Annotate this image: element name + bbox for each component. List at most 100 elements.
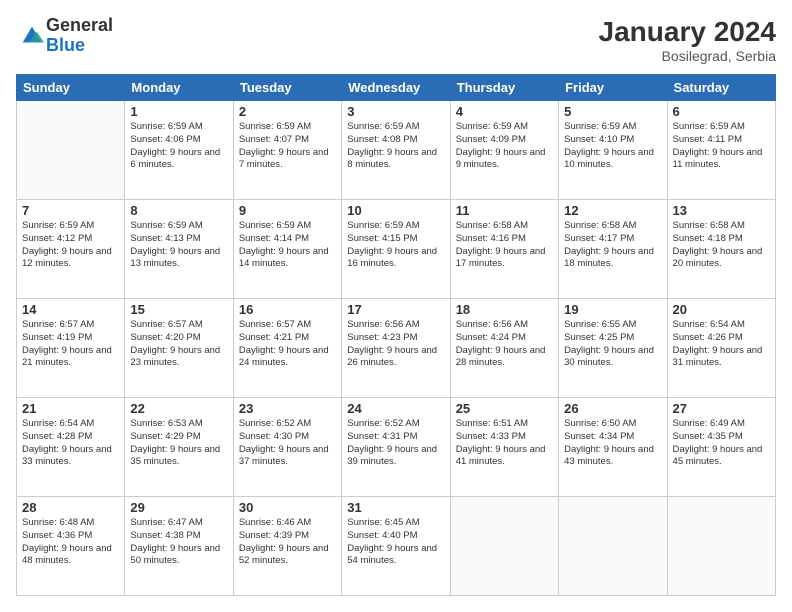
day-info: Sunrise: 6:59 AMSunset: 4:15 PMDaylight:… xyxy=(347,220,444,271)
table-row xyxy=(667,497,775,596)
table-row: 30 Sunrise: 6:46 AMSunset: 4:39 PMDayligh… xyxy=(233,497,341,596)
table-row: 31 Sunrise: 6:45 AMSunset: 4:40 PMDayligh… xyxy=(342,497,450,596)
day-number: 6 xyxy=(673,104,770,119)
day-number: 31 xyxy=(347,500,444,515)
day-info: Sunrise: 6:55 AMSunset: 4:25 PMDaylight:… xyxy=(564,319,661,370)
table-row: 18 Sunrise: 6:56 AMSunset: 4:24 PMDayligh… xyxy=(450,299,558,398)
table-row: 16 Sunrise: 6:57 AMSunset: 4:21 PMDayligh… xyxy=(233,299,341,398)
day-number: 4 xyxy=(456,104,553,119)
day-number: 14 xyxy=(22,302,119,317)
location: Bosilegrad, Serbia xyxy=(599,48,776,64)
day-info: Sunrise: 6:59 AMSunset: 4:07 PMDaylight:… xyxy=(239,121,336,172)
day-info: Sunrise: 6:54 AMSunset: 4:28 PMDaylight:… xyxy=(22,418,119,469)
calendar-header-row: Sunday Monday Tuesday Wednesday Thursday… xyxy=(17,75,776,101)
day-info: Sunrise: 6:58 AMSunset: 4:18 PMDaylight:… xyxy=(673,220,770,271)
day-number: 16 xyxy=(239,302,336,317)
day-number: 7 xyxy=(22,203,119,218)
day-number: 8 xyxy=(130,203,227,218)
day-number: 19 xyxy=(564,302,661,317)
table-row: 26Sunrise: 6:50 AMSunset: 4:34 PMDayligh… xyxy=(559,398,667,497)
table-row: 11 Sunrise: 6:58 AMSunset: 4:16 PMDayligh… xyxy=(450,200,558,299)
day-number: 26 xyxy=(564,401,661,416)
day-number: 22 xyxy=(130,401,227,416)
calendar-table: Sunday Monday Tuesday Wednesday Thursday… xyxy=(16,74,776,596)
table-row: 15 Sunrise: 6:57 AMSunset: 4:20 PMDayligh… xyxy=(125,299,233,398)
table-row: 24 Sunrise: 6:52 AMSunset: 4:31 PMDayligh… xyxy=(342,398,450,497)
day-info: Sunrise: 6:59 AMSunset: 4:14 PMDaylight:… xyxy=(239,220,336,271)
logo-blue-text: Blue xyxy=(46,36,113,56)
table-row xyxy=(450,497,558,596)
table-row: 21 Sunrise: 6:54 AMSunset: 4:28 PMDayligh… xyxy=(17,398,125,497)
day-info: Sunrise: 6:59 AMSunset: 4:11 PMDaylight:… xyxy=(673,121,770,172)
col-sunday: Sunday xyxy=(17,75,125,101)
calendar-week-row: 7 Sunrise: 6:59 AMSunset: 4:12 PMDaylight… xyxy=(17,200,776,299)
day-info: Sunrise: 6:52 AMSunset: 4:30 PMDaylight:… xyxy=(239,418,336,469)
day-info: Sunrise: 6:58 AMSunset: 4:16 PMDaylight:… xyxy=(456,220,553,271)
day-number: 12 xyxy=(564,203,661,218)
col-saturday: Saturday xyxy=(667,75,775,101)
table-row xyxy=(559,497,667,596)
day-number: 5 xyxy=(564,104,661,119)
day-number: 1 xyxy=(130,104,227,119)
day-info: Sunrise: 6:46 AMSunset: 4:39 PMDaylight:… xyxy=(239,517,336,568)
day-info: Sunrise: 6:59 AMSunset: 4:10 PMDaylight:… xyxy=(564,121,661,172)
table-row: 7 Sunrise: 6:59 AMSunset: 4:12 PMDaylight… xyxy=(17,200,125,299)
month-year: January 2024 xyxy=(599,16,776,48)
calendar-week-row: 28Sunrise: 6:48 AMSunset: 4:36 PMDayligh… xyxy=(17,497,776,596)
day-info: Sunrise: 6:57 AMSunset: 4:20 PMDaylight:… xyxy=(130,319,227,370)
table-row: 10 Sunrise: 6:59 AMSunset: 4:15 PMDayligh… xyxy=(342,200,450,299)
day-number: 20 xyxy=(673,302,770,317)
col-tuesday: Tuesday xyxy=(233,75,341,101)
day-info: Sunrise: 6:59 AMSunset: 4:12 PMDaylight:… xyxy=(22,220,119,271)
day-number: 15 xyxy=(130,302,227,317)
table-row: 8 Sunrise: 6:59 AMSunset: 4:13 PMDaylight… xyxy=(125,200,233,299)
col-thursday: Thursday xyxy=(450,75,558,101)
day-number: 25 xyxy=(456,401,553,416)
day-info: Sunrise: 6:54 AMSunset: 4:26 PMDaylight:… xyxy=(673,319,770,370)
table-row: 27Sunrise: 6:49 AMSunset: 4:35 PMDayligh… xyxy=(667,398,775,497)
col-monday: Monday xyxy=(125,75,233,101)
title-block: January 2024 Bosilegrad, Serbia xyxy=(599,16,776,64)
table-row: 25Sunrise: 6:51 AMSunset: 4:33 PMDayligh… xyxy=(450,398,558,497)
day-info: Sunrise: 6:59 AMSunset: 4:13 PMDaylight:… xyxy=(130,220,227,271)
day-number: 2 xyxy=(239,104,336,119)
day-number: 29 xyxy=(130,500,227,515)
day-number: 23 xyxy=(239,401,336,416)
table-row: 12 Sunrise: 6:58 AMSunset: 4:17 PMDayligh… xyxy=(559,200,667,299)
table-row: 29 Sunrise: 6:47 AMSunset: 4:38 PMDayligh… xyxy=(125,497,233,596)
day-info: Sunrise: 6:56 AMSunset: 4:23 PMDaylight:… xyxy=(347,319,444,370)
day-info: Sunrise: 6:59 AMSunset: 4:09 PMDaylight:… xyxy=(456,121,553,172)
table-row: 28Sunrise: 6:48 AMSunset: 4:36 PMDayligh… xyxy=(17,497,125,596)
table-row: 2 Sunrise: 6:59 AMSunset: 4:07 PMDaylight… xyxy=(233,101,341,200)
day-number: 21 xyxy=(22,401,119,416)
day-info: Sunrise: 6:52 AMSunset: 4:31 PMDaylight:… xyxy=(347,418,444,469)
day-info: Sunrise: 6:56 AMSunset: 4:24 PMDaylight:… xyxy=(456,319,553,370)
table-row xyxy=(17,101,125,200)
day-number: 9 xyxy=(239,203,336,218)
day-info: Sunrise: 6:59 AMSunset: 4:08 PMDaylight:… xyxy=(347,121,444,172)
day-info: Sunrise: 6:59 AMSunset: 4:06 PMDaylight:… xyxy=(130,121,227,172)
day-number: 13 xyxy=(673,203,770,218)
calendar-week-row: 1 Sunrise: 6:59 AMSunset: 4:06 PMDaylight… xyxy=(17,101,776,200)
day-number: 10 xyxy=(347,203,444,218)
day-number: 24 xyxy=(347,401,444,416)
day-info: Sunrise: 6:45 AMSunset: 4:40 PMDaylight:… xyxy=(347,517,444,568)
day-number: 28 xyxy=(22,500,119,515)
table-row: 6 Sunrise: 6:59 AMSunset: 4:11 PMDaylight… xyxy=(667,101,775,200)
day-number: 18 xyxy=(456,302,553,317)
day-number: 30 xyxy=(239,500,336,515)
table-row: 5 Sunrise: 6:59 AMSunset: 4:10 PMDaylight… xyxy=(559,101,667,200)
day-info: Sunrise: 6:57 AMSunset: 4:21 PMDaylight:… xyxy=(239,319,336,370)
col-friday: Friday xyxy=(559,75,667,101)
day-info: Sunrise: 6:47 AMSunset: 4:38 PMDaylight:… xyxy=(130,517,227,568)
day-number: 3 xyxy=(347,104,444,119)
day-number: 11 xyxy=(456,203,553,218)
header: General Blue January 2024 Bosilegrad, Se… xyxy=(16,16,776,64)
day-number: 27 xyxy=(673,401,770,416)
table-row: 4 Sunrise: 6:59 AMSunset: 4:09 PMDaylight… xyxy=(450,101,558,200)
logo-general: General xyxy=(46,16,113,36)
page: General Blue January 2024 Bosilegrad, Se… xyxy=(0,0,792,612)
day-info: Sunrise: 6:58 AMSunset: 4:17 PMDaylight:… xyxy=(564,220,661,271)
table-row: 19 Sunrise: 6:55 AMSunset: 4:25 PMDayligh… xyxy=(559,299,667,398)
day-info: Sunrise: 6:53 AMSunset: 4:29 PMDaylight:… xyxy=(130,418,227,469)
